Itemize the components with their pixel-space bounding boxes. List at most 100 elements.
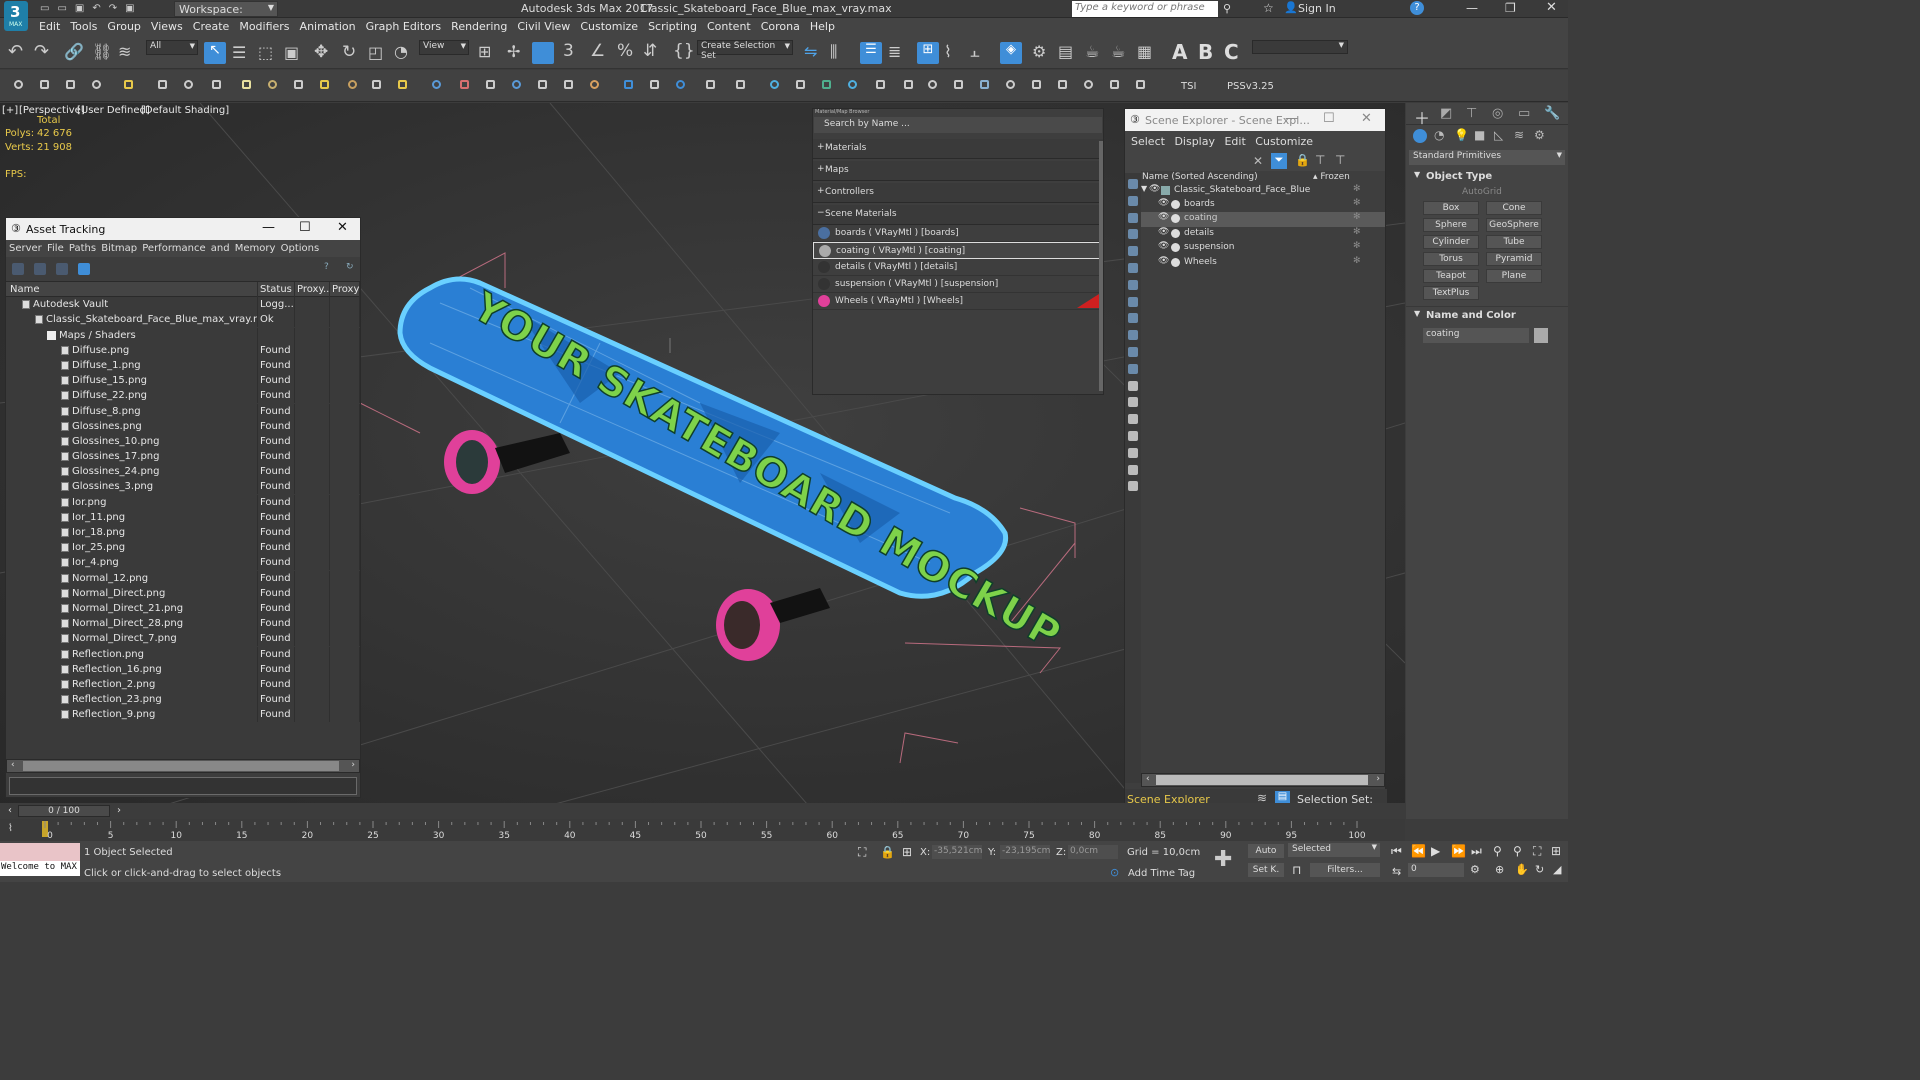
scene-filter-icon[interactable]: [1128, 447, 1138, 458]
asset-row[interactable]: Glossines_24.png Found: [6, 464, 360, 480]
app-logo[interactable]: 3 MAX: [4, 1, 28, 31]
object-color-swatch[interactable]: [1534, 328, 1548, 343]
material-section-header[interactable]: + Controllers: [813, 183, 1103, 203]
secondary-tool-icon[interactable]: [432, 80, 441, 89]
maximize-viewport-icon[interactable]: ⊞: [1551, 844, 1561, 858]
asset-row[interactable]: Ior.png Found: [6, 494, 360, 510]
eye-icon[interactable]: 👁: [1149, 184, 1160, 194]
close-button[interactable]: ✕: [1361, 111, 1372, 126]
asset-row[interactable]: Glossines_10.png Found: [6, 433, 360, 449]
auto-key-button[interactable]: Auto: [1248, 844, 1284, 858]
asset-row[interactable]: Reflection_9.png Found: [6, 707, 360, 723]
layer-explorer-icon[interactable]: ≣: [888, 42, 901, 61]
menu-item[interactable]: Content: [702, 18, 756, 35]
scale-icon[interactable]: ◰: [368, 43, 383, 62]
secondary-tool-icon[interactable]: [372, 80, 381, 89]
secondary-tool-icon[interactable]: [512, 80, 521, 89]
keyboard-shortcut-toggle-icon[interactable]: [532, 42, 554, 64]
freeze-icon[interactable]: ✻: [1353, 184, 1361, 194]
secondary-tool-icon[interactable]: [242, 80, 251, 89]
object-type-header[interactable]: ▼ Object Type: [1406, 168, 1568, 184]
scene-filter-icon[interactable]: [1128, 229, 1138, 240]
search-input[interactable]: Type a keyword or phrase: [1072, 1, 1218, 17]
shapes-icon[interactable]: ◔: [1434, 128, 1444, 142]
prev-key-icon[interactable]: ⏪: [1411, 844, 1426, 858]
asset-row[interactable]: Diffuse_8.png Found: [6, 403, 360, 419]
asset-row[interactable]: Normal_Direct_7.png Found: [6, 631, 360, 647]
freeze-icon[interactable]: ✻: [1353, 227, 1361, 237]
maximize-button[interactable]: ☐: [1323, 111, 1335, 126]
user-icon[interactable]: 👤: [1284, 1, 1298, 14]
asset-group-row[interactable]: Maps / Shaders: [6, 327, 360, 343]
secondary-tool-icon[interactable]: [848, 80, 857, 89]
help-icon[interactable]: ?: [1410, 1, 1424, 15]
menu-item[interactable]: Civil View: [512, 18, 575, 35]
orbit-icon[interactable]: ⊕: [1495, 863, 1504, 876]
text-tool-b-icon[interactable]: B: [1198, 40, 1213, 64]
binoculars-icon[interactable]: ⚲: [1223, 2, 1231, 15]
asset-row[interactable]: Ior_25.png Found: [6, 540, 360, 556]
isolate-selection-icon[interactable]: ⛶: [858, 845, 866, 860]
scene-filter-icon[interactable]: [1128, 347, 1138, 357]
workspace-dropdown[interactable]: Workspace: Default▼: [174, 1, 278, 29]
scene-material-item[interactable]: Wheels ( VRayMtl ) [Wheels]: [813, 293, 1103, 310]
secondary-tool-icon[interactable]: [14, 80, 23, 89]
expand-icon[interactable]: ▼: [1141, 184, 1147, 193]
rendered-frame-window-icon[interactable]: ▤: [1058, 42, 1073, 61]
scene-filter-icon[interactable]: [1128, 481, 1138, 492]
primitive-button[interactable]: Cylinder: [1423, 235, 1479, 249]
viewport-label-mode[interactable]: [User Defined]: [77, 105, 150, 116]
asset-row[interactable]: Glossines_3.png Found: [6, 479, 360, 495]
pan-icon[interactable]: ✋: [1515, 863, 1529, 876]
primitive-button[interactable]: Pyramid: [1486, 252, 1542, 266]
eye-icon[interactable]: 👁: [1158, 256, 1169, 266]
asset-row[interactable]: Normal_Direct_21.png Found: [6, 600, 360, 616]
minimize-button[interactable]: —: [262, 220, 275, 235]
field-of-view-icon[interactable]: ◢: [1553, 863, 1561, 876]
scene-object-row[interactable]: 👁 Wheels ✻: [1141, 256, 1385, 270]
x-coordinate-field[interactable]: -35,521cm: [932, 845, 982, 859]
scene-material-item[interactable]: suspension ( VRayMtl ) [suspension]: [813, 276, 1103, 293]
hierarchy-expand-icon[interactable]: ⊤: [1335, 153, 1345, 167]
freeze-icon[interactable]: ✻: [1353, 198, 1361, 208]
current-frame-field[interactable]: 0: [1408, 863, 1464, 877]
asset-toolbar-button[interactable]: [78, 263, 90, 275]
named-selection-dropdown[interactable]: Create Selection Set ▼: [697, 40, 793, 61]
systems-icon[interactable]: ⚙: [1534, 128, 1545, 142]
scene-menu-item[interactable]: Select: [1131, 135, 1165, 148]
scene-filter-icon[interactable]: [1128, 380, 1138, 391]
asset-row[interactable]: Ior_18.png Found: [6, 525, 360, 540]
primitive-button[interactable]: Cone: [1486, 201, 1542, 215]
asset-menu-item[interactable]: Paths: [69, 243, 96, 254]
secondary-tool-icon[interactable]: [212, 80, 221, 89]
set-key-button[interactable]: Set K.: [1248, 863, 1284, 877]
close-button[interactable]: ✕: [337, 220, 348, 235]
asset-row[interactable]: Reflection_23.png Found: [6, 692, 360, 708]
secondary-tool-icon[interactable]: [538, 80, 547, 89]
scene-filter-icon[interactable]: [1128, 195, 1138, 206]
scene-filter-icon[interactable]: [1128, 363, 1138, 374]
maximize-button[interactable]: ❐: [1505, 1, 1516, 15]
secondary-tool-icon[interactable]: [184, 80, 193, 89]
secondary-tool-icon[interactable]: [706, 80, 715, 89]
refresh-icon[interactable]: ↻: [346, 262, 354, 272]
secondary-tool-icon[interactable]: [92, 80, 101, 89]
secondary-tool-icon[interactable]: [1058, 80, 1067, 89]
sign-in-link[interactable]: Sign In: [1298, 2, 1336, 15]
menu-item[interactable]: Create: [188, 18, 235, 35]
align-icon[interactable]: ⫼: [830, 42, 837, 62]
scene-filter-icon[interactable]: [1128, 431, 1138, 441]
angle-snap-icon[interactable]: ∠: [590, 41, 605, 61]
asset-row[interactable]: Glossines_17.png Found: [6, 449, 360, 465]
text-tool-a-icon[interactable]: A: [1172, 40, 1187, 64]
material-editor-icon[interactable]: ◈: [1000, 42, 1022, 64]
scrollbar-thumb[interactable]: [23, 761, 339, 771]
scene-filter-icon[interactable]: [1128, 263, 1138, 273]
asset-row[interactable]: Diffuse_22.png Found: [6, 388, 360, 404]
modify-tab-icon[interactable]: ◩: [1440, 106, 1452, 121]
primitive-button[interactable]: Sphere: [1423, 218, 1479, 232]
asset-row[interactable]: Classic_Skateboard_Face_Blue_max_vray.ma…: [6, 312, 360, 328]
scene-filter-icon[interactable]: [1128, 279, 1138, 290]
material-section-header[interactable]: + Maps: [813, 161, 1103, 181]
curve-editor-icon[interactable]: ⌇: [944, 42, 952, 61]
